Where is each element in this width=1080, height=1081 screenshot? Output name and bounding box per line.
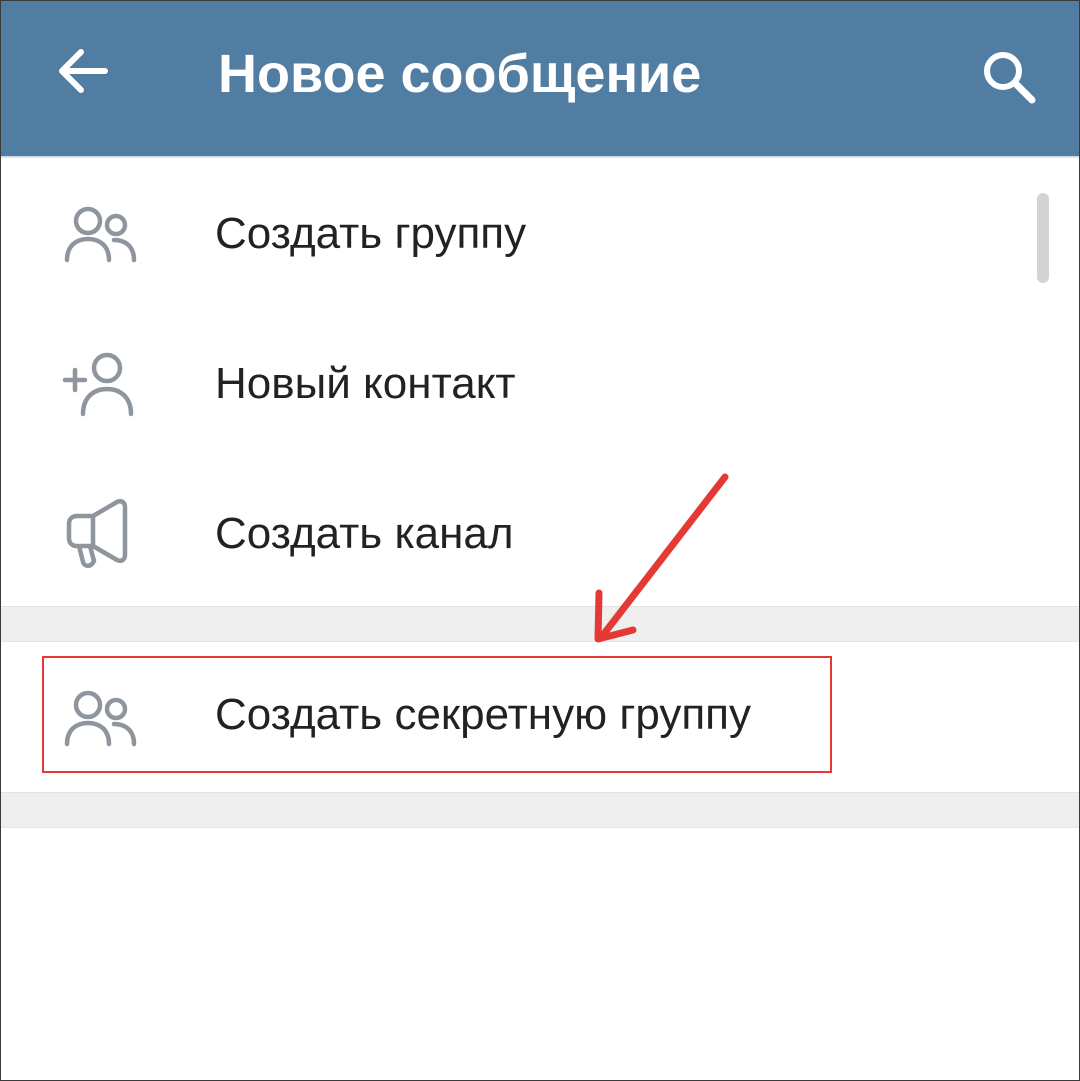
section-divider — [1, 792, 1079, 828]
menu-item-create-group[interactable]: Создать группу — [1, 158, 1079, 308]
menu-item-label: Создать группу — [215, 209, 527, 258]
menu-item-create-secret-group[interactable]: Создать секретную группу — [1, 642, 1079, 792]
group-icon — [59, 676, 141, 758]
arrow-left-icon — [59, 49, 108, 93]
page-title: Новое сообщение — [218, 44, 702, 104]
menu-item-new-contact[interactable]: Новый контакт — [1, 308, 1079, 458]
menu-item-label: Новый контакт — [215, 359, 516, 408]
app-bar: Новое сообщение — [1, 1, 1079, 156]
menu-item-label: Создать канал — [215, 509, 514, 558]
screen: Новое сообщение Создать группу Новый кон… — [0, 0, 1080, 1081]
menu-item-create-channel[interactable]: Создать канал — [1, 458, 1079, 608]
section-divider — [1, 606, 1079, 642]
search-button[interactable] — [967, 35, 1051, 119]
scrollbar[interactable] — [1037, 193, 1049, 283]
megaphone-icon — [59, 492, 141, 574]
back-button[interactable] — [41, 29, 125, 113]
menu-item-label: Создать секретную группу — [215, 690, 751, 739]
search-icon — [984, 52, 1036, 104]
group-icon — [59, 192, 141, 274]
add-contact-icon — [59, 342, 141, 424]
